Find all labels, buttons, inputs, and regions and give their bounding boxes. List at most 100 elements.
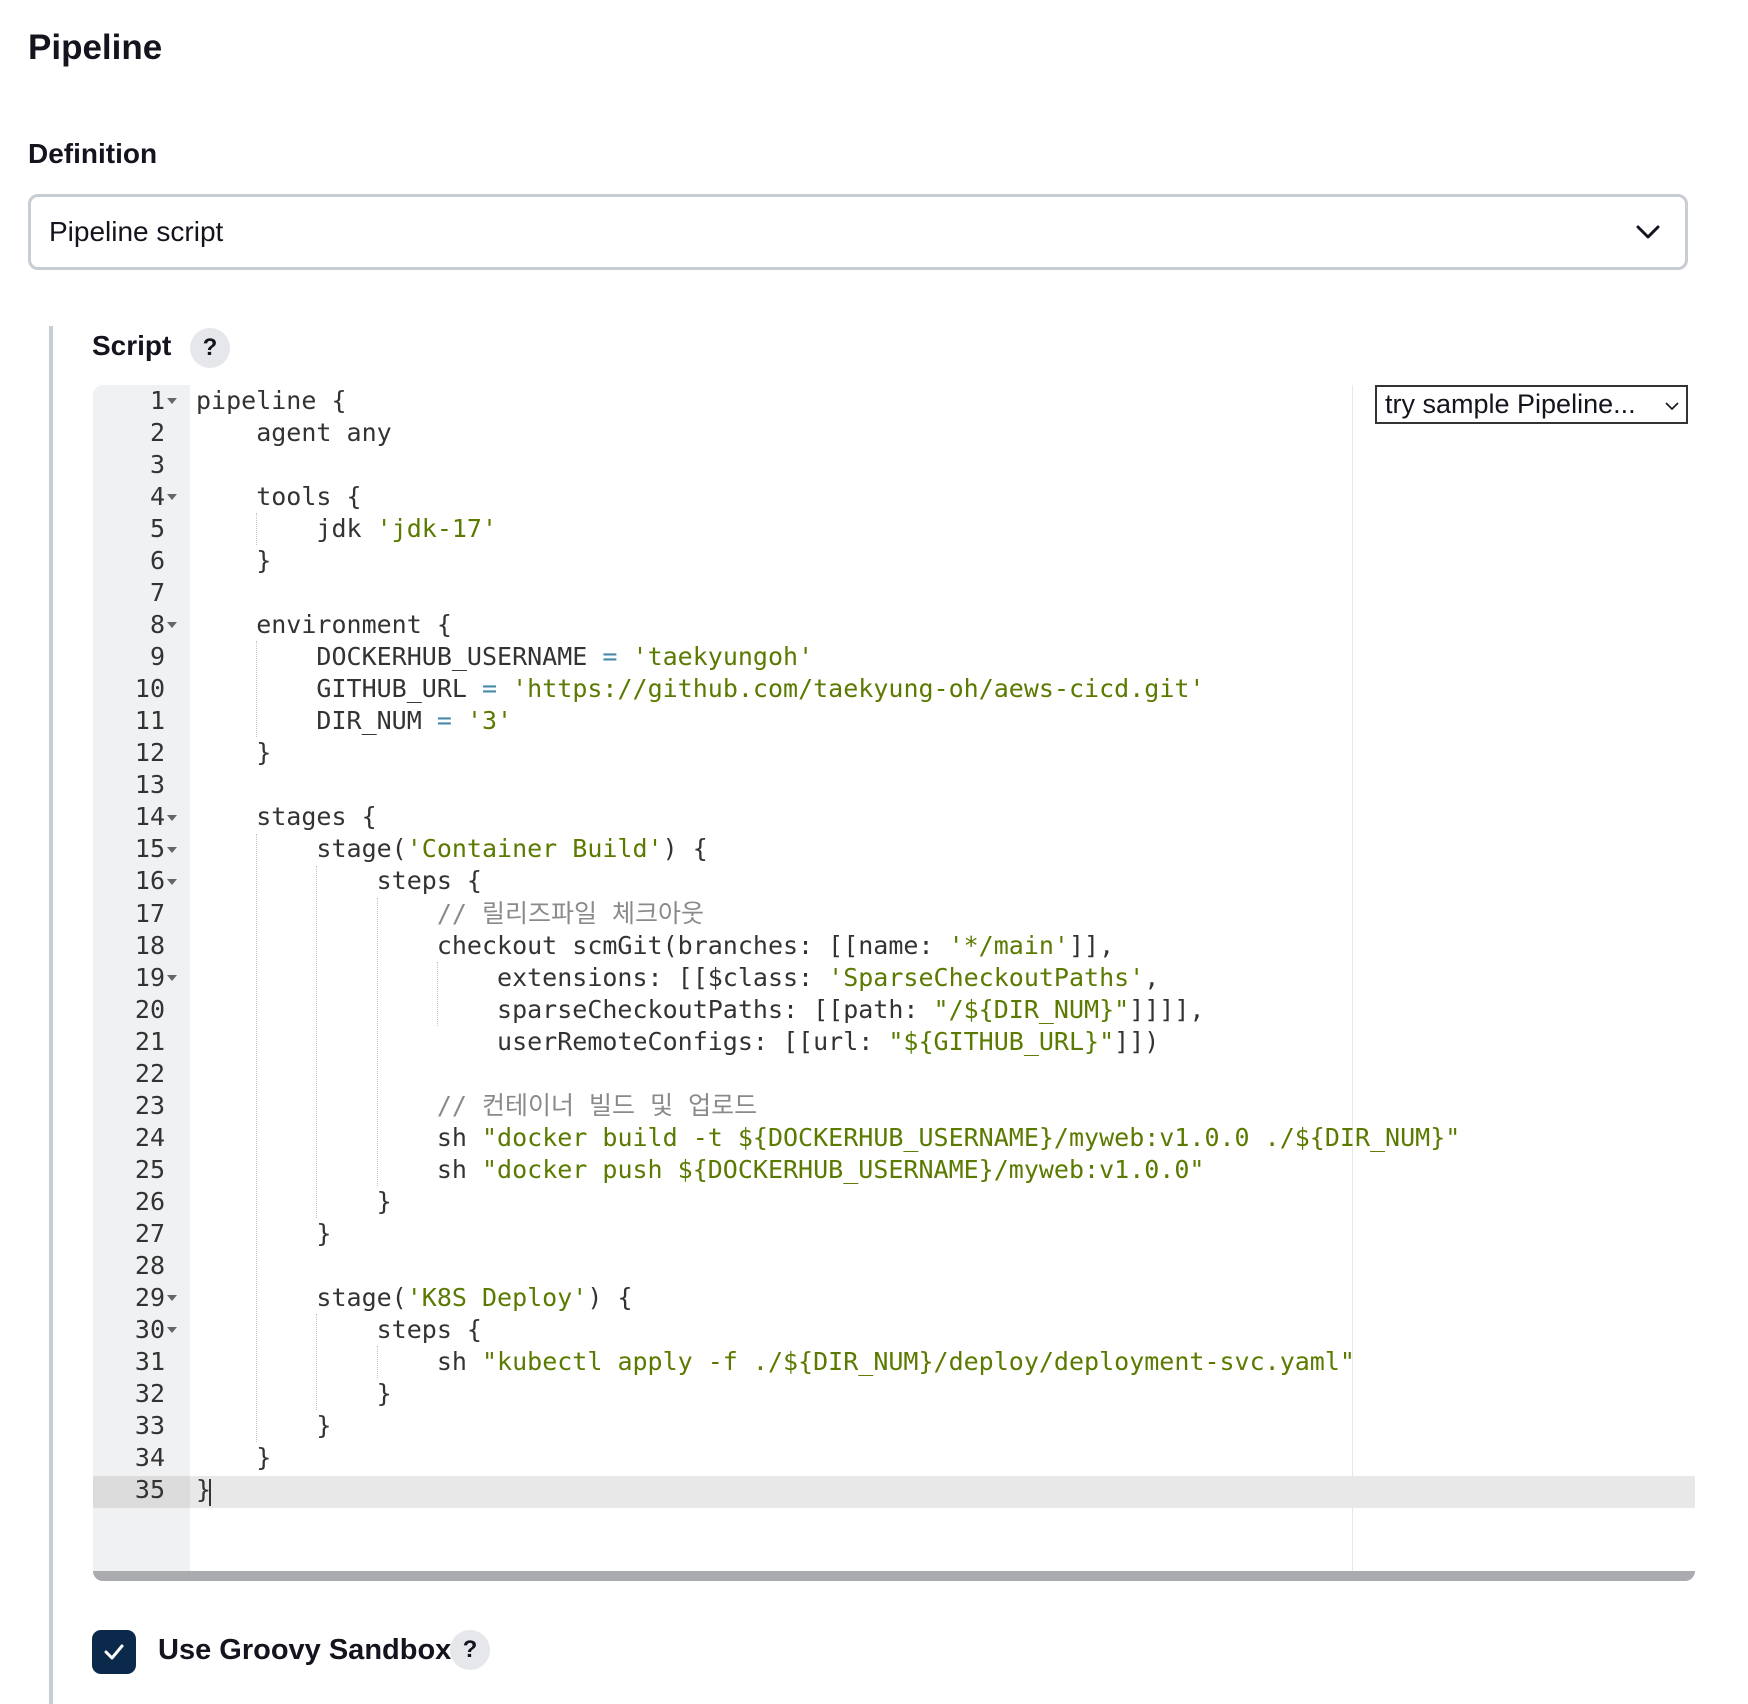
code-line: sh "docker build -t ${DOCKERHUB_USERNAME… [196, 1122, 1461, 1152]
line-number: 11 [134, 706, 165, 736]
code-line: // 컨테이너 빌드 및 업로드 [196, 1090, 758, 1120]
chevron-down-icon [1665, 402, 1679, 411]
indent-guide [316, 865, 318, 1219]
code-line: } [196, 1475, 212, 1505]
line-number: 19 [134, 962, 165, 992]
fold-toggle-icon[interactable] [167, 622, 177, 629]
code-line: GITHUB_URL = 'https://github.com/taekyun… [196, 674, 1205, 704]
line-number: 33 [134, 1411, 165, 1440]
fold-toggle-icon[interactable] [167, 1327, 177, 1334]
fold-toggle-icon[interactable] [167, 878, 177, 885]
fold-toggle-icon[interactable] [167, 974, 177, 981]
line-number: 1 [149, 386, 165, 415]
line-number: 22 [134, 1058, 165, 1088]
code-editor[interactable]: 1 2 3 4 5 6 7 8 9 10 11 12 13 14 15 16 17 18 19 20 21 22 23 24 2… [93, 385, 1695, 1581]
code-line: sh "docker push ${DOCKERHUB_USERNAME}/my… [196, 1154, 1205, 1184]
code-line: sh "kubectl apply -f ./${DIR_NUM}/deploy… [196, 1346, 1355, 1376]
line-number: 16 [134, 866, 165, 896]
code-line: } [196, 1218, 332, 1248]
line-number: 7 [149, 578, 165, 608]
line-number: 32 [134, 1378, 165, 1408]
line-numbers: 1 2 3 4 5 6 7 8 9 10 11 12 13 14 15 16 17 18 19 20 21 22 23 24 2… [93, 385, 165, 1506]
line-number: 34 [134, 1443, 165, 1473]
indent-guide [256, 833, 258, 1443]
code-line: checkout scmGit(branches: [[name: '*/mai… [196, 930, 1115, 960]
line-number: 26 [134, 1186, 165, 1216]
indent-guide [256, 641, 258, 738]
code-line: extensions: [[$class: 'SparseCheckoutPat… [196, 962, 1160, 992]
code-line: environment { [196, 610, 452, 640]
indent-guide [376, 897, 378, 1186]
code-content[interactable]: pipeline { agent any tools { jdk 'jdk-17… [196, 385, 1695, 1506]
line-number: 29 [134, 1282, 165, 1312]
line-number: 25 [134, 1154, 165, 1184]
code-line: DOCKERHUB_USERNAME = 'taekyungoh' [196, 642, 814, 672]
section-title: Pipeline [28, 28, 163, 67]
line-number: 8 [149, 610, 165, 640]
code-line: steps { [196, 1314, 482, 1344]
line-number: 13 [134, 770, 165, 800]
definition-select[interactable]: Pipeline script [28, 194, 1688, 270]
line-number: 5 [149, 514, 165, 544]
line-number: 14 [134, 802, 165, 832]
line-number: 23 [134, 1090, 165, 1120]
help-icon: ? [202, 334, 218, 361]
script-label: Script [92, 330, 172, 361]
line-number: 18 [134, 930, 165, 960]
chevron-down-icon [1636, 225, 1660, 239]
line-number: 17 [134, 898, 165, 928]
code-line: } [196, 1443, 272, 1473]
checkmark-icon [104, 1644, 124, 1660]
fold-toggle-icon[interactable] [167, 398, 177, 404]
code-line: stages { [196, 802, 377, 832]
line-number: 10 [134, 674, 165, 704]
groovy-sandbox-label[interactable]: Use Groovy Sandbox [158, 1634, 451, 1667]
code-line: jdk 'jdk-17' [196, 514, 498, 544]
try-sample-label: try sample Pipeline... [1385, 389, 1636, 419]
indent-guide [316, 1314, 318, 1411]
line-number: 31 [134, 1346, 165, 1376]
line-number: 15 [134, 834, 165, 864]
indent-guide [376, 1346, 378, 1379]
fold-toggle-icon[interactable] [167, 814, 177, 821]
code-line: } [196, 546, 272, 576]
line-number: 3 [149, 450, 165, 480]
line-number: 2 [149, 418, 165, 448]
code-line: } [196, 1411, 332, 1440]
fold-toggle-icon[interactable] [167, 1295, 177, 1302]
line-number: 24 [134, 1122, 165, 1152]
indent-guide [256, 513, 258, 546]
groovy-sandbox-checkbox[interactable] [92, 1630, 136, 1674]
indent-guide [436, 961, 438, 1026]
try-sample-pipeline-select[interactable]: try sample Pipeline... [1375, 385, 1688, 424]
help-icon: ? [462, 1636, 478, 1663]
line-number: 28 [134, 1250, 165, 1280]
line-number: 30 [134, 1314, 165, 1344]
code-line: stage('Container Build') { [196, 834, 708, 864]
code-line: } [196, 1186, 392, 1216]
definition-label: Definition [28, 138, 158, 169]
code-line: steps { [196, 866, 482, 896]
line-number: 21 [134, 1026, 165, 1056]
script-help-button[interactable]: ? [190, 328, 230, 368]
horizontal-scrollbar[interactable] [93, 1571, 1695, 1581]
line-number: 12 [134, 738, 165, 768]
code-line: sparseCheckoutPaths: [[path: "/${DIR_NUM… [196, 994, 1205, 1024]
code-line: stage('K8S Deploy') { [196, 1282, 633, 1312]
line-number: 4 [149, 482, 165, 512]
fold-toggle-icon[interactable] [167, 846, 177, 853]
code-line: DIR_NUM = '3' [196, 706, 513, 736]
line-number: 27 [134, 1218, 165, 1248]
sandbox-help-button[interactable]: ? [450, 1630, 490, 1670]
code-line: } [196, 1378, 392, 1408]
fold-toggle-icon[interactable] [167, 494, 177, 501]
line-number: 20 [134, 994, 165, 1024]
line-number: 35 [134, 1475, 165, 1505]
nested-section-bar [49, 326, 53, 1704]
code-line: // 릴리즈파일 체크아웃 [196, 898, 705, 928]
definition-selected-value: Pipeline script [49, 216, 224, 247]
